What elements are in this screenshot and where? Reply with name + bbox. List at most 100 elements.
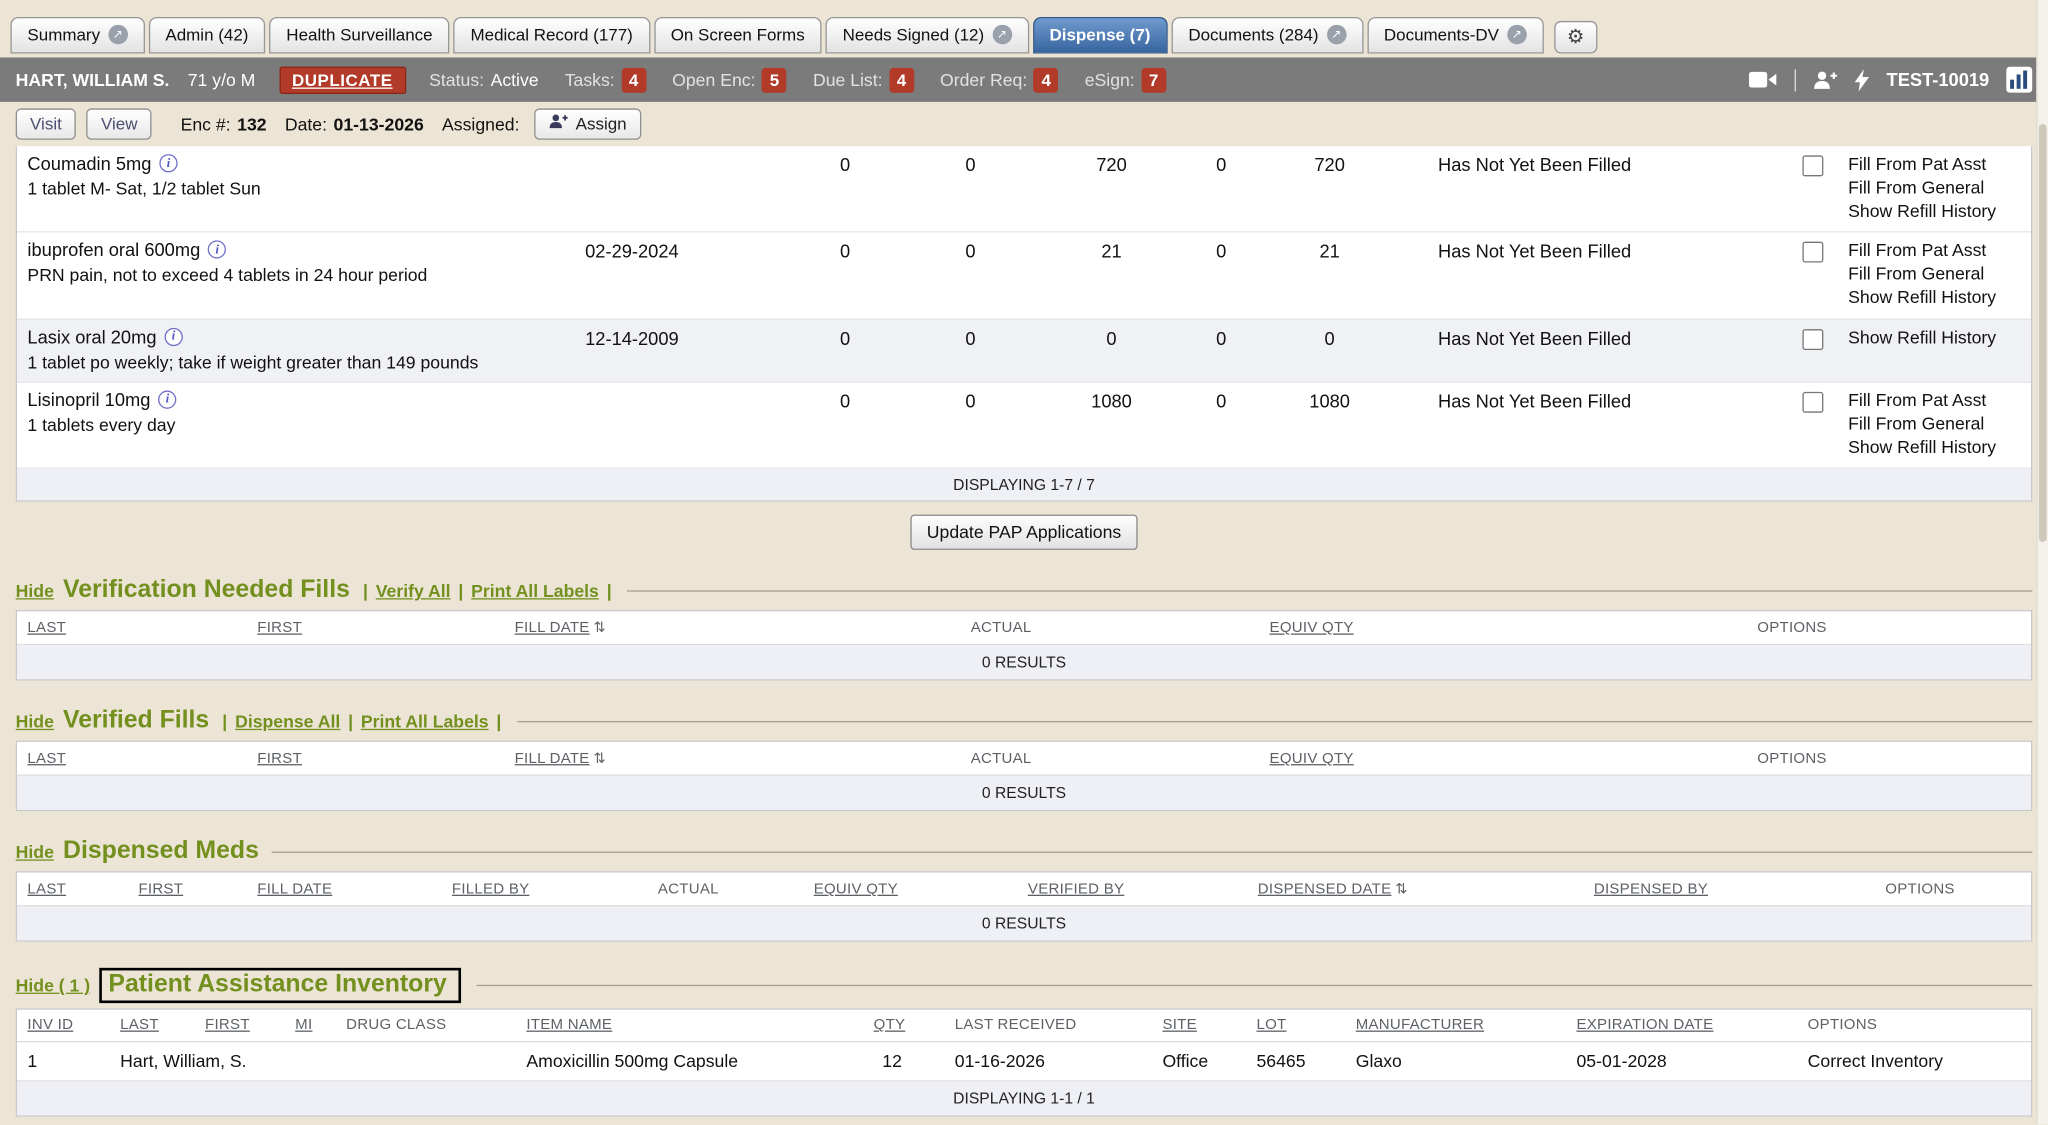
col-first[interactable]: FIRST [128, 874, 247, 905]
info-icon[interactable]: i [164, 328, 182, 346]
add-user-icon[interactable] [1813, 70, 1838, 90]
col-last[interactable]: LAST [17, 743, 247, 774]
fill-date: 12-14-2009 [576, 326, 780, 348]
col-inv-id[interactable]: INV ID [17, 1010, 110, 1041]
lightning-icon[interactable] [1855, 69, 1869, 91]
col-verified-by[interactable]: VERIFIED BY [1017, 874, 1247, 905]
hide-link[interactable]: Hide [16, 842, 54, 862]
tab-summary[interactable]: Summary ↗ [10, 17, 144, 54]
fill-from-pat-asst-link[interactable]: Fill From Pat Asst [1848, 389, 2031, 412]
col-item-name[interactable]: ITEM NAME [516, 1010, 840, 1041]
show-refill-history-link[interactable]: Show Refill History [1848, 326, 2031, 349]
col-last[interactable]: LAST [110, 1010, 195, 1041]
hide-link[interactable]: Hide ( 1 ) [16, 976, 90, 996]
tab-documents-dv[interactable]: Documents-DV ↗ [1367, 17, 1544, 54]
col-last[interactable]: LAST [17, 612, 247, 643]
col-first[interactable]: FIRST [195, 1010, 285, 1041]
info-icon[interactable]: i [158, 390, 176, 408]
col-fill-date[interactable]: FILL DATE⇅ [504, 612, 748, 645]
popout-icon[interactable]: ↗ [992, 25, 1012, 45]
tab-admin[interactable]: Admin (42) [148, 17, 265, 54]
section-title: Dispensed Meds [63, 838, 259, 867]
stats-chart-icon[interactable] [2006, 67, 2032, 93]
col-qty[interactable]: QTY [840, 1010, 944, 1041]
tab-on-screen-forms[interactable]: On Screen Forms [654, 17, 822, 54]
popout-icon[interactable]: ↗ [1507, 25, 1527, 45]
fill-from-pat-asst-link[interactable]: Fill From Pat Asst [1848, 240, 2031, 263]
print-all-labels-link[interactable]: Print All Labels [361, 712, 489, 732]
fill-status: Has Not Yet Been Filled [1409, 240, 1788, 262]
open-enc-count-badge[interactable]: 5 [762, 67, 787, 92]
update-pap-applications-button[interactable]: Update PAP Applications [910, 515, 1138, 550]
col-site[interactable]: SITE [1152, 1010, 1246, 1041]
tab-documents[interactable]: Documents (284) ↗ [1171, 17, 1363, 54]
patient-name: HART, WILLIAM S. [16, 70, 170, 90]
tab-label: Documents-DV [1384, 25, 1499, 45]
info-icon[interactable]: i [159, 154, 177, 172]
hide-link[interactable]: Hide [16, 581, 54, 601]
med-checkbox[interactable] [1802, 329, 1823, 350]
popout-icon[interactable]: ↗ [1326, 25, 1346, 45]
col-last[interactable]: LAST [17, 874, 128, 905]
visit-button[interactable]: Visit [16, 108, 77, 139]
qty-value: 1080 [1031, 389, 1193, 411]
col-expiration-date[interactable]: EXPIRATION DATE [1566, 1010, 1797, 1041]
col-equiv-qty[interactable]: EQUIV QTY [1259, 743, 1558, 774]
sort-icon: ⇅ [594, 620, 606, 637]
col-dispensed-by[interactable]: DISPENSED BY [1493, 874, 1814, 905]
tab-health-surveillance[interactable]: Health Surveillance [269, 17, 449, 54]
encounter-bar: Visit View Enc #: 132 Date: 01-13-2026 A… [0, 102, 2048, 146]
fill-from-pat-asst-link[interactable]: Fill From Pat Asst [1848, 153, 2031, 176]
print-all-labels-link[interactable]: Print All Labels [471, 581, 599, 601]
med-checkbox[interactable] [1802, 242, 1823, 263]
col-first[interactable]: FIRST [247, 612, 504, 643]
show-refill-history-link[interactable]: Show Refill History [1848, 286, 2031, 309]
update-pap-wrap: Update PAP Applications [0, 515, 2048, 550]
info-icon[interactable]: i [208, 241, 226, 259]
scrollbar-thumb[interactable] [2039, 124, 2047, 542]
col-filled-by[interactable]: FILLED BY [441, 874, 578, 905]
col-fill-date[interactable]: FILL DATE [247, 874, 442, 905]
col-actual: ACTUAL [748, 612, 1259, 643]
lot: 56465 [1246, 1052, 1345, 1072]
hide-link[interactable]: Hide [16, 712, 54, 732]
tasks-count-badge[interactable]: 4 [621, 67, 646, 92]
enc-number-label: Enc #: [181, 114, 231, 134]
scrollbar[interactable] [2036, 0, 2048, 1125]
order-req-count-badge[interactable]: 4 [1034, 67, 1059, 92]
show-refill-history-link[interactable]: Show Refill History [1848, 199, 2031, 222]
qty-value: 0 [1192, 153, 1249, 175]
col-manufacturer[interactable]: MANUFACTURER [1345, 1010, 1566, 1041]
tab-needs-signed[interactable]: Needs Signed (12) ↗ [826, 17, 1029, 54]
col-dispensed-date[interactable]: DISPENSED DATE⇅ [1247, 873, 1493, 906]
due-list-count-badge[interactable]: 4 [889, 67, 914, 92]
verify-all-link[interactable]: Verify All [376, 581, 451, 601]
video-camera-icon[interactable] [1749, 71, 1778, 89]
view-button[interactable]: View [87, 108, 152, 139]
popout-icon[interactable]: ↗ [108, 25, 128, 45]
col-equiv-qty[interactable]: EQUIV QTY [803, 874, 1017, 905]
fill-from-general-link[interactable]: Fill From General [1848, 176, 2031, 199]
tab-medical-record[interactable]: Medical Record (177) [454, 17, 650, 54]
med-checkbox[interactable] [1802, 392, 1823, 413]
fill-from-general-link[interactable]: Fill From General [1848, 412, 2031, 435]
tasks-label: Tasks: [565, 70, 615, 90]
dispense-all-link[interactable]: Dispense All [235, 712, 340, 732]
manufacturer: Glaxo [1345, 1052, 1566, 1072]
show-refill-history-link[interactable]: Show Refill History [1848, 436, 2031, 459]
assign-button[interactable]: Assign [534, 108, 641, 139]
qty-value: 0 [1192, 389, 1249, 411]
separator: | [458, 581, 463, 601]
med-checkbox[interactable] [1802, 155, 1823, 176]
col-first[interactable]: FIRST [247, 743, 504, 774]
col-lot[interactable]: LOT [1246, 1010, 1345, 1041]
col-equiv-qty[interactable]: EQUIV QTY [1259, 612, 1558, 643]
col-mi[interactable]: MI [285, 1010, 336, 1041]
settings-button[interactable]: ⚙ [1554, 21, 1598, 54]
esign-count-badge[interactable]: 7 [1141, 67, 1166, 92]
col-fill-date[interactable]: FILL DATE⇅ [504, 742, 748, 775]
correct-inventory-link[interactable]: Correct Inventory [1797, 1052, 2031, 1072]
tab-dispense[interactable]: Dispense (7) [1032, 17, 1167, 54]
fill-from-general-link[interactable]: Fill From General [1848, 263, 2031, 286]
duplicate-badge[interactable]: DUPLICATE [279, 66, 406, 93]
